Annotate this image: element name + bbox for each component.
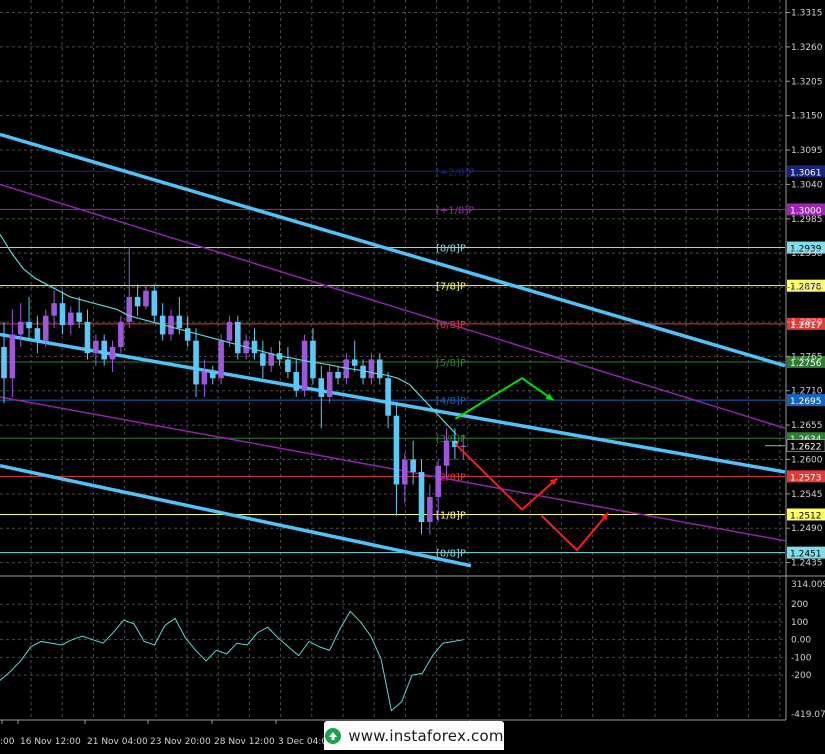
level-tag: 1.2573	[790, 473, 822, 483]
osc-tick-label: -100	[791, 653, 812, 663]
candle-body	[143, 290, 149, 307]
y-tick-label: 1.2930	[791, 249, 823, 259]
y-tick-label: 1.3260	[791, 43, 823, 53]
y-tick-label: 1.2710	[791, 387, 823, 397]
level-label: [+1/8]P	[436, 205, 474, 216]
level-tag: 1.3061	[790, 168, 822, 178]
chart-background	[0, 0, 825, 750]
x-tick-label: 16 Nov 12:00	[20, 737, 81, 747]
candle-body	[17, 321, 24, 335]
candle-body	[376, 359, 383, 379]
candle-body	[460, 445, 467, 447]
level-label: [5/8]P	[436, 358, 466, 369]
watermark: www.instaforex.com	[324, 721, 504, 750]
y-tick-label: 1.3150	[791, 112, 823, 122]
y-tick-label: 1.3315	[791, 9, 823, 19]
candle-body	[443, 440, 450, 466]
chart-stage: [+2/8]P [+1/8]P [8/8]P [7/8]P [6/8]P [5/8]P [4…	[0, 0, 825, 750]
y-tick-label: 1.3095	[791, 146, 823, 156]
candle-body	[51, 303, 57, 316]
candle-body	[218, 340, 224, 379]
candle-body	[260, 353, 266, 366]
candle-body	[351, 359, 358, 366]
candle-body	[235, 321, 241, 354]
candle-body	[34, 328, 41, 341]
level-label: [3/8]P	[436, 434, 466, 445]
osc-tick-label: -200	[791, 671, 812, 681]
instaforex-logo-icon	[325, 727, 342, 744]
candle-body	[310, 340, 316, 379]
candle-body	[209, 371, 216, 379]
y-tick-label: 1.2490	[791, 524, 823, 534]
y-tick-label: 1.2545	[791, 490, 823, 500]
level-label: [8/8]P	[436, 244, 466, 255]
candle-body	[435, 465, 441, 497]
y-tick-label: 1.2875	[791, 284, 823, 294]
current-price-label: 1.2622	[790, 443, 822, 453]
y-tick-label: 1.2985	[791, 215, 823, 225]
candle-body	[68, 312, 74, 326]
candle-body	[418, 471, 425, 522]
candle-body	[151, 290, 158, 316]
price-chart: [+2/8]P[+1/8]P[8/8]P[7/8]P[6/8]P[5/8]P[4…	[0, 0, 825, 750]
candle-body	[118, 321, 124, 347]
candle-body	[26, 321, 32, 329]
osc-tick-label: -419.0768	[791, 710, 825, 720]
candle-body	[176, 315, 183, 329]
candle-body	[93, 340, 99, 354]
x-tick-label: 21 Nov 04:00	[87, 737, 148, 747]
candle-body	[385, 378, 391, 416]
candle-body	[9, 334, 16, 379]
candle-body	[251, 340, 258, 354]
level-tag: 1.2512	[790, 511, 822, 521]
candle-body	[268, 353, 274, 366]
candle-body	[59, 303, 66, 326]
y-tick-label: 1.2765	[791, 352, 823, 362]
candle-body	[101, 340, 107, 360]
candle-body	[393, 415, 400, 485]
candle-body	[109, 346, 116, 360]
watermark-text: www.instaforex.com	[348, 726, 504, 745]
candle-body	[184, 328, 191, 341]
osc-tick-label: 200	[791, 600, 808, 610]
osc-tick-label: 314.0099	[791, 580, 825, 590]
candle-body	[293, 371, 300, 391]
candle-body	[301, 340, 308, 391]
x-tick-label: :00	[0, 737, 15, 747]
candle-body	[360, 365, 366, 379]
x-tick-label: 28 Nov 12:00	[214, 737, 275, 747]
level-label: [1/8]P	[436, 510, 466, 521]
candle-body	[84, 321, 91, 354]
osc-tick-label: 100	[791, 618, 808, 628]
candle-body	[168, 315, 174, 335]
level-label: [4/8]P	[436, 396, 466, 407]
candle-body	[201, 371, 208, 385]
candle-body	[134, 296, 141, 307]
candle-body	[368, 359, 375, 379]
y-tick-label: 1.3205	[791, 77, 823, 87]
level-label: [7/8]P	[436, 282, 466, 293]
candle-body	[402, 459, 408, 485]
candle-body	[226, 321, 233, 341]
candle-body	[335, 371, 341, 379]
y-tick-label: 1.2820	[791, 318, 823, 328]
osc-tick-label: 0.00	[791, 636, 811, 646]
candle-body	[318, 378, 325, 397]
y-tick-label: 1.2655	[791, 421, 823, 431]
candle-body	[427, 496, 433, 522]
y-tick-label: 1.2435	[791, 559, 823, 569]
level-label: [+2/8]P	[436, 167, 474, 178]
level-tag: 1.2695	[790, 397, 822, 407]
y-tick-label: 1.3040	[791, 180, 823, 190]
candle-body	[1, 346, 7, 379]
candle-body	[326, 371, 333, 397]
candle-body	[76, 312, 82, 322]
candle-body	[285, 359, 291, 372]
candle-body	[410, 459, 416, 472]
candle-body	[42, 315, 49, 341]
y-tick-label: 1.2600	[791, 455, 823, 465]
candle-body	[193, 340, 199, 385]
candle-body	[126, 296, 133, 322]
x-tick-label: 23 Nov 20:00	[150, 737, 211, 747]
